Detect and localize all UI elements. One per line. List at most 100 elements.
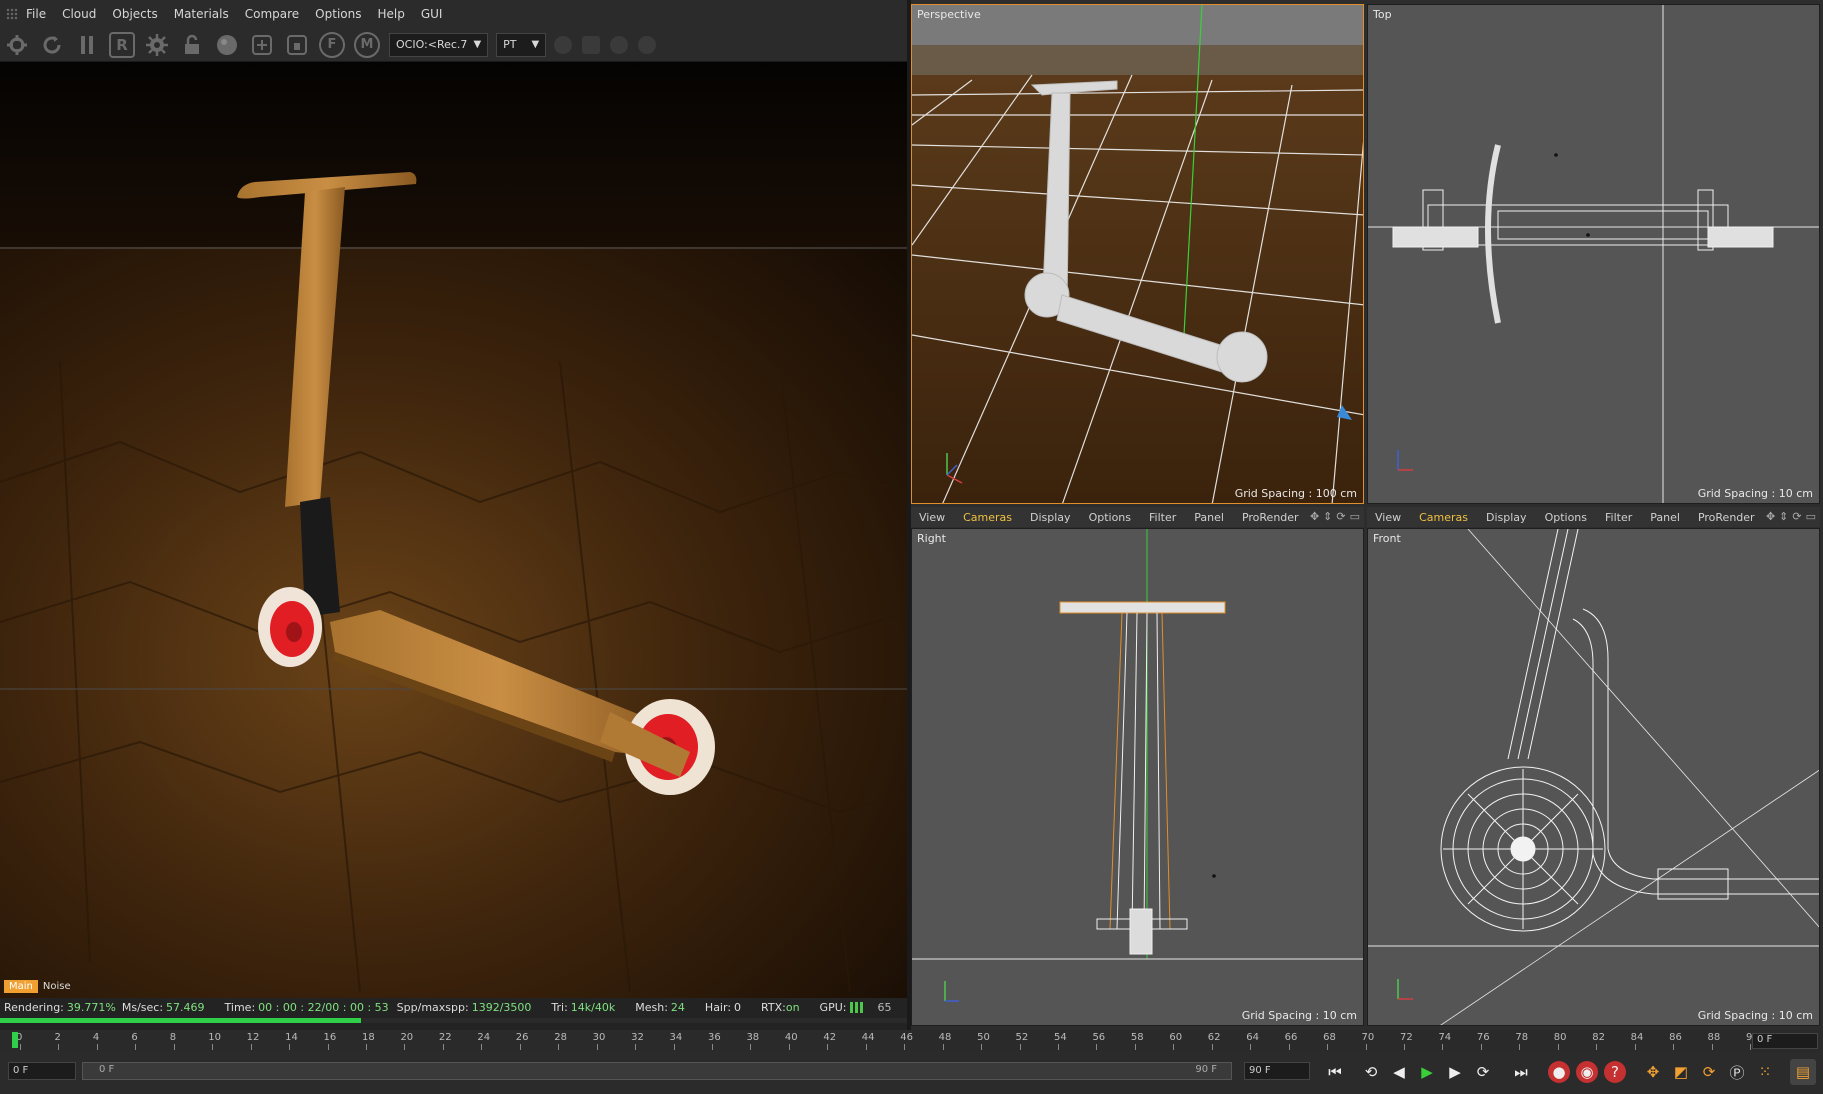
record-icon[interactable]: ● [1548, 1061, 1570, 1083]
disabled-button[interactable] [638, 35, 657, 54]
viewport-perspective[interactable]: Perspective Grid Spacing : 100 cm [911, 4, 1364, 504]
menu-options[interactable]: Options [315, 7, 361, 21]
timeline-tick [750, 1044, 752, 1050]
render-viewport[interactable] [0, 62, 907, 998]
timeline-tick [250, 1044, 252, 1050]
menu-options[interactable]: Options [1089, 511, 1131, 524]
tab-noise[interactable]: Noise [38, 980, 76, 993]
timeline-tick [289, 1044, 291, 1050]
rotate-view-icon[interactable]: ⟳ [1792, 510, 1801, 523]
menu-help[interactable]: Help [377, 7, 404, 21]
keyframe-selection-icon[interactable]: ? [1604, 1061, 1626, 1083]
next-key-icon[interactable]: ⟳ [1470, 1059, 1496, 1085]
step-back-icon[interactable]: ◀ [1386, 1059, 1412, 1085]
m-button[interactable]: M [354, 31, 380, 58]
menu-objects[interactable]: Objects [112, 7, 157, 21]
menu-display[interactable]: Display [1030, 511, 1071, 524]
menu-cameras[interactable]: Cameras [963, 511, 1012, 524]
region-render-button[interactable]: R [109, 31, 135, 58]
clear-icon[interactable] [284, 32, 310, 58]
timeline-tick [1211, 1044, 1213, 1050]
timeline-tick [1173, 1044, 1175, 1050]
rotation-key-icon[interactable]: ⟳ [1696, 1059, 1722, 1085]
timeline-tick [1596, 1044, 1598, 1050]
previous-key-icon[interactable]: ⟲ [1358, 1059, 1384, 1085]
grid-spacing-label: Grid Spacing : 10 cm [1241, 1009, 1357, 1022]
timeline-tick [173, 1044, 175, 1050]
move-view-icon[interactable]: ✥ [1310, 510, 1319, 523]
point-level-key-icon[interactable]: ⁙ [1752, 1059, 1778, 1085]
timeline-playhead[interactable] [12, 1032, 18, 1048]
menu-compare[interactable]: Compare [245, 7, 299, 21]
current-frame-field[interactable]: 0 F [1752, 1033, 1818, 1049]
menu-gui[interactable]: GUI [421, 7, 443, 21]
play-icon[interactable]: ▶ [1414, 1059, 1440, 1085]
timeline-tick [135, 1044, 137, 1050]
timeline-tick-label: 54 [1054, 1032, 1067, 1043]
end-frame-field[interactable]: 90 F [1244, 1062, 1310, 1080]
zoom-view-icon[interactable]: ⇕ [1779, 510, 1788, 523]
camera-icon[interactable] [610, 35, 629, 54]
add-icon[interactable] [249, 32, 275, 58]
timeline-window-icon[interactable]: ▤ [1790, 1059, 1816, 1085]
pause-icon[interactable] [74, 32, 100, 58]
menu-prorender[interactable]: ProRender [1698, 511, 1755, 524]
lock-icon[interactable] [179, 32, 205, 58]
disabled-button[interactable] [582, 35, 601, 54]
timeline-tick [481, 1044, 483, 1050]
menu-cloud[interactable]: Cloud [62, 7, 96, 21]
move-view-icon[interactable]: ✥ [1766, 510, 1775, 523]
f-button[interactable]: F [319, 31, 345, 58]
autokey-icon[interactable]: ◉ [1576, 1061, 1598, 1083]
menu-materials[interactable]: Materials [174, 7, 229, 21]
frame-range-slider[interactable]: 0 F 90 F [82, 1062, 1232, 1080]
menu-prorender[interactable]: ProRender [1242, 511, 1299, 524]
menu-file[interactable]: File [26, 7, 46, 21]
maximize-view-icon[interactable]: ▭ [1806, 510, 1816, 523]
settings-gear-icon[interactable] [144, 32, 170, 58]
position-key-icon[interactable]: ✥ [1640, 1059, 1666, 1085]
timeline-tick-label: 74 [1438, 1032, 1452, 1043]
material-sphere-icon[interactable] [214, 32, 240, 58]
parameter-key-icon[interactable]: Ⓟ [1724, 1059, 1750, 1085]
refresh-icon[interactable] [39, 32, 65, 58]
timeline-tick-label: 28 [554, 1032, 567, 1043]
go-to-end-icon[interactable]: ⏭ [1508, 1059, 1534, 1085]
viewport-title: Front [1373, 532, 1401, 545]
menu-view[interactable]: View [1375, 511, 1401, 524]
kernel-select[interactable]: PT ▼ [496, 32, 547, 57]
menu-panel[interactable]: Panel [1194, 511, 1224, 524]
menu-filter[interactable]: Filter [1605, 511, 1632, 524]
viewport-front[interactable]: Front Grid Spacing : 10 cm [1367, 528, 1820, 1026]
ocio-select[interactable]: OCIO:<Rec.7 ▼ [389, 32, 489, 57]
scale-key-icon[interactable]: ◩ [1668, 1059, 1694, 1085]
maximize-view-icon[interactable]: ▭ [1350, 510, 1360, 523]
step-forward-icon[interactable]: ▶ [1442, 1059, 1468, 1085]
viewport-top[interactable]: Top Grid Spacing : 10 cm [1367, 4, 1820, 504]
menu-cameras[interactable]: Cameras [1419, 511, 1468, 524]
viewport-right[interactable]: Right Grid Spacing : 10 cm [911, 528, 1364, 1026]
rotate-view-icon[interactable]: ⟳ [1336, 510, 1345, 523]
menu-filter[interactable]: Filter [1149, 511, 1176, 524]
menu-panel[interactable]: Panel [1650, 511, 1680, 524]
timeline-tick [904, 1044, 906, 1050]
timeline-tick [366, 1044, 367, 1050]
timeline-tick-label: 72 [1400, 1032, 1413, 1043]
go-to-start-icon[interactable]: ⏮ [1322, 1059, 1348, 1085]
timeline-tick [519, 1044, 521, 1050]
send-scene-icon[interactable] [4, 32, 30, 58]
grip-icon[interactable] [6, 8, 18, 20]
disabled-button[interactable] [554, 35, 573, 54]
render-tabs: Main Noise [4, 980, 76, 993]
menu-bar: File Cloud Objects Materials Compare Opt… [0, 0, 907, 28]
menu-options[interactable]: Options [1545, 511, 1587, 524]
start-frame-field[interactable]: 0 F [8, 1062, 76, 1080]
tab-main[interactable]: Main [4, 980, 38, 993]
timeline-ruler[interactable]: 0 2 4 6 8 10 12 14 16 18 20 22 24 26 28 30 32 34 36 38 40 42 4… [0, 1030, 1760, 1050]
menu-view[interactable]: View [919, 511, 945, 524]
menu-display[interactable]: Display [1486, 511, 1527, 524]
timeline-tick [1288, 1044, 1290, 1050]
timeline-tick [1365, 1044, 1367, 1050]
render-progress-fill [0, 1018, 361, 1023]
zoom-view-icon[interactable]: ⇕ [1323, 510, 1332, 523]
